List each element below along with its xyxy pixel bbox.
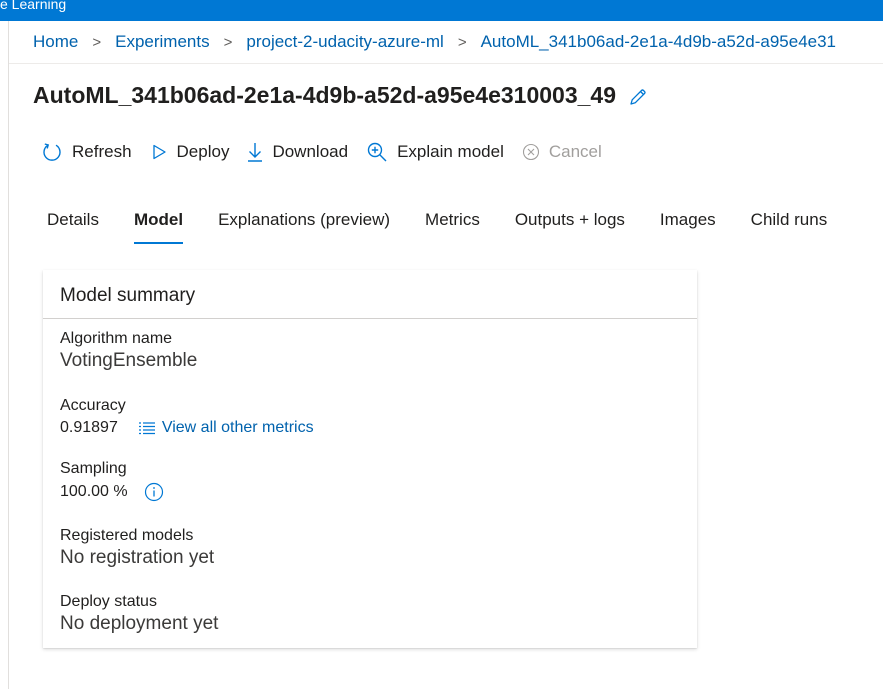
accuracy-row: 0.91897 View all other metrics [60, 419, 314, 437]
algorithm-field: Algorithm name VotingEnsemble [60, 330, 197, 372]
algorithm-label: Algorithm name [60, 330, 173, 347]
accuracy-label: Accuracy [60, 397, 126, 414]
registered-models-field: Registered models No registration yet [60, 527, 214, 569]
sampling-label: Sampling [60, 460, 127, 477]
tab-metrics[interactable]: Metrics [425, 210, 480, 244]
chevron-right-icon: > [223, 33, 233, 51]
info-icon[interactable] [144, 482, 164, 502]
command-bar: Refresh Deploy Download Explain model Ca… [41, 141, 620, 163]
tab-images[interactable]: Images [660, 210, 716, 244]
tab-model[interactable]: Model [133, 210, 184, 244]
cancel-icon [522, 143, 539, 161]
app-title: e Learning [0, 0, 67, 12]
tab-child-runs[interactable]: Child runs [751, 210, 828, 244]
tab-outputs-logs[interactable]: Outputs + logs [515, 210, 625, 244]
card-title: Model summary [60, 285, 196, 306]
deploy-label: Deploy [176, 142, 230, 161]
deploy-button[interactable]: Deploy [150, 142, 230, 162]
registered-models-label: Registered models [60, 527, 194, 544]
list-icon [138, 422, 155, 435]
algorithm-value: VotingEnsemble [60, 350, 198, 371]
sampling-row: 100.00 % [60, 482, 164, 502]
chevron-right-icon: > [457, 33, 467, 51]
explain-model-label: Explain model [397, 142, 504, 161]
deploy-status-field: Deploy status No deployment yet [60, 593, 218, 635]
accuracy-value: 0.91897 [60, 419, 118, 436]
download-icon [248, 143, 263, 162]
zoom-in-icon [367, 142, 387, 162]
breadcrumb: Home > Experiments > project-2-udacity-a… [33, 32, 836, 52]
refresh-button[interactable]: Refresh [41, 141, 132, 163]
deploy-status-value: No deployment yet [60, 613, 219, 634]
play-icon [152, 144, 166, 160]
tab-bar: Details Model Explanations (preview) Met… [47, 210, 862, 244]
card-divider [43, 318, 697, 319]
breadcrumb-experiments[interactable]: Experiments [115, 32, 209, 52]
model-summary-card: Model summary Algorithm name VotingEnsem… [43, 270, 697, 648]
chevron-right-icon: > [92, 33, 102, 51]
page-title: AutoML_341b06ad-2e1a-4d9b-a52d-a95e4e310… [33, 82, 648, 109]
breadcrumb-home[interactable]: Home [33, 32, 78, 52]
accuracy-field: Accuracy 0.91897 View all other metrics [60, 397, 314, 437]
page-title-text: AutoML_341b06ad-2e1a-4d9b-a52d-a95e4e310… [33, 82, 616, 108]
tab-details[interactable]: Details [47, 210, 99, 244]
download-button[interactable]: Download [247, 141, 348, 163]
view-all-metrics-label: View all other metrics [161, 419, 314, 436]
cancel-button[interactable]: Cancel [522, 142, 602, 162]
edit-pencil-icon[interactable] [628, 86, 648, 106]
app-header-bar: e Learning [0, 0, 883, 21]
breadcrumb-experiment-name[interactable]: project-2-udacity-azure-ml [246, 32, 443, 52]
breadcrumb-run[interactable]: AutoML_341b06ad-2e1a-4d9b-a52d-a95e4e31 [481, 32, 836, 52]
deploy-status-label: Deploy status [60, 593, 157, 610]
refresh-label: Refresh [72, 142, 132, 161]
left-nav-edge [0, 21, 9, 689]
header-divider [9, 63, 883, 64]
cancel-label: Cancel [548, 142, 602, 161]
tab-explanations[interactable]: Explanations (preview) [218, 210, 390, 244]
sampling-field: Sampling 100.00 % [60, 460, 164, 502]
refresh-icon [43, 143, 61, 161]
registered-models-value: No registration yet [60, 547, 215, 568]
sampling-value: 100.00 % [60, 483, 128, 500]
download-label: Download [272, 142, 349, 161]
explain-model-button[interactable]: Explain model [366, 141, 504, 163]
view-all-metrics-link[interactable]: View all other metrics [138, 419, 314, 437]
